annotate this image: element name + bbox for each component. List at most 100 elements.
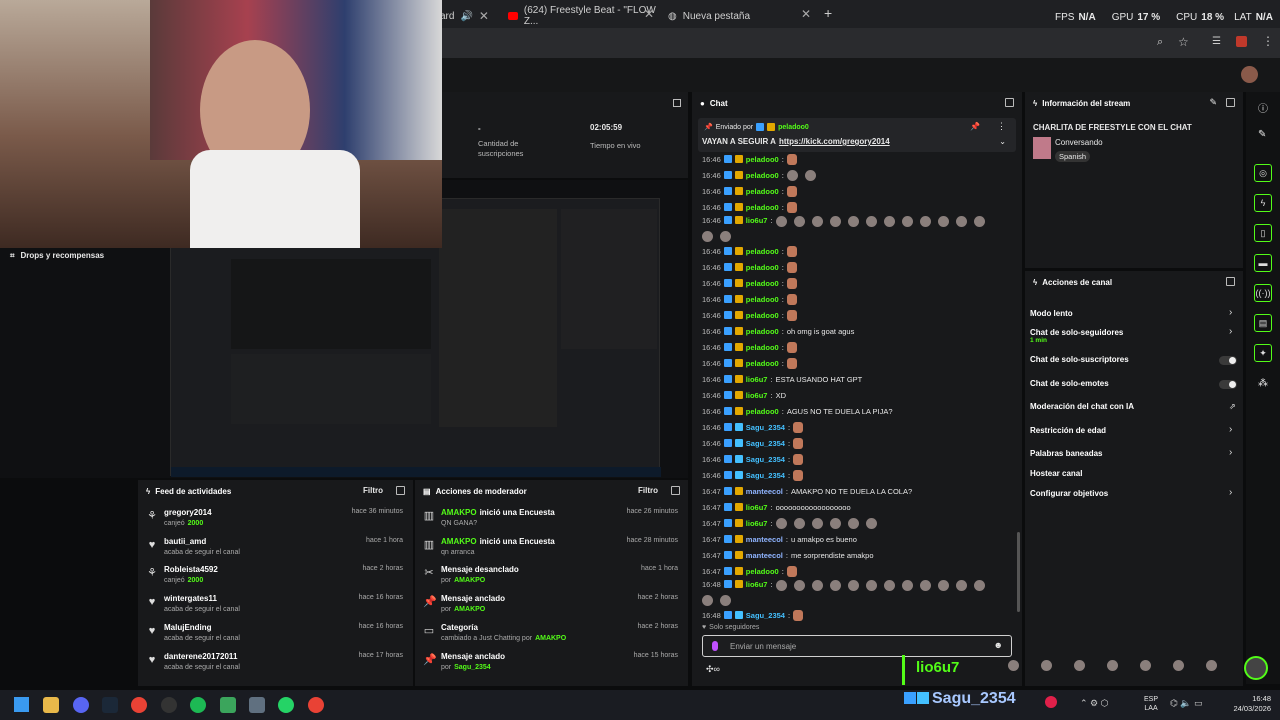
settings-icon[interactable]: [249, 697, 265, 713]
chat-message[interactable]: 16:46 peladoo0:: [702, 244, 797, 258]
tab-new[interactable]: ◍ Nueva pestaña: [668, 4, 750, 28]
list-item[interactable]: ▭ Categoría cambiado a Just Chatting por AM…: [415, 623, 688, 649]
chat-username[interactable]: Sagu_2354: [746, 471, 785, 480]
extension-icon[interactable]: [1236, 36, 1247, 47]
app-icon[interactable]: [161, 697, 177, 713]
chat-message[interactable]: 16:48 Sagu_2354:: [702, 608, 804, 622]
chat-username[interactable]: peladoo0: [746, 311, 779, 320]
chat-username[interactable]: lio6u7: [746, 391, 768, 400]
channel-action-item[interactable]: Modo lento: [1030, 309, 1073, 318]
zoom-icon[interactable]: ⌕: [1157, 36, 1163, 49]
chat-username[interactable]: Sagu_2354: [746, 611, 785, 620]
language-indicator[interactable]: ESP LAA: [1144, 695, 1158, 713]
popout-icon[interactable]: [1226, 98, 1235, 107]
feed-user[interactable]: danterene20172011: [164, 652, 237, 661]
chat-message[interactable]: 16:46 peladoo0:: [702, 356, 797, 370]
chat-message[interactable]: 16:47 manteecol: me sorprendiste amakpo: [702, 548, 874, 562]
menu-icon[interactable]: ⋮: [1262, 34, 1274, 48]
chat-input[interactable]: Enviar un mensaje ☻: [702, 635, 1012, 657]
chat-message[interactable]: 16:47 manteecol: AMAKPO NO TE DUELA LA COL…: [702, 484, 912, 498]
chat-username[interactable]: lio6u7: [746, 519, 768, 528]
chat-username[interactable]: peladoo0: [746, 327, 779, 336]
edit-icon[interactable]: ✎: [1209, 97, 1217, 108]
chat-username[interactable]: Sagu_2354: [746, 455, 785, 464]
chat-message[interactable]: 16:48 lio6u7:: [702, 580, 1002, 606]
feed-user[interactable]: wintergates11: [164, 594, 217, 603]
external-link-icon[interactable]: ⇗: [1229, 402, 1236, 411]
bolt-icon[interactable]: ϟ: [1254, 194, 1272, 212]
pinned-link[interactable]: https://kick.com/gregory2014: [779, 137, 890, 146]
chrome-icon[interactable]: [308, 697, 324, 713]
chevron-right-icon[interactable]: ›: [1229, 447, 1232, 458]
steam-icon[interactable]: [102, 697, 118, 713]
chat-username[interactable]: peladoo0: [746, 171, 779, 180]
chrome-icon[interactable]: [131, 697, 147, 713]
chat-username[interactable]: peladoo0: [746, 203, 779, 212]
chat-username[interactable]: manteecol: [746, 487, 783, 496]
chevron-right-icon[interactable]: ›: [1229, 307, 1232, 318]
chat-message[interactable]: 16:46 Sagu_2354:: [702, 420, 804, 434]
more-icon[interactable]: ⋮: [997, 121, 1006, 132]
file-explorer-icon[interactable]: [43, 697, 59, 713]
xbox-icon[interactable]: [220, 697, 236, 713]
list-item[interactable]: ✂ Mensaje desanclado por AMAKPO hace 1 hora: [415, 565, 688, 591]
chat-username[interactable]: lio6u7: [746, 375, 768, 384]
playlist-icon[interactable]: ☰: [1212, 36, 1221, 47]
chat-message[interactable]: 16:46 peladoo0:: [702, 276, 797, 290]
tab-youtube[interactable]: (624) Freestyle Beat - "FLOW Z...: [508, 4, 658, 28]
settings-icon[interactable]: ✣∞: [706, 664, 720, 675]
list-item[interactable]: ♥ danterene20172011 acaba de seguir el can…: [138, 652, 413, 678]
target-icon[interactable]: ◎: [1254, 164, 1272, 182]
close-icon[interactable]: ✕: [801, 7, 811, 21]
feed-user[interactable]: gregory2014: [164, 508, 212, 517]
popout-icon[interactable]: [673, 99, 681, 107]
chat-message[interactable]: 16:46 Sagu_2354:: [702, 452, 804, 466]
info-icon[interactable]: ⓘ: [1258, 100, 1268, 115]
chat-message[interactable]: 16:46 peladoo0: AGUS NO TE DUELA LA PIJA?: [702, 404, 893, 418]
share-icon[interactable]: ⁂: [1258, 378, 1268, 389]
chat-username[interactable]: manteecol: [746, 535, 783, 544]
channel-action-item[interactable]: Chat de solo-suscriptores: [1030, 355, 1129, 364]
chat-username[interactable]: Sagu_2354: [746, 423, 785, 432]
chat-username[interactable]: peladoo0: [746, 279, 779, 288]
chevron-down-icon[interactable]: ⌄: [999, 137, 1006, 146]
toggle-switch[interactable]: [1219, 356, 1237, 365]
chat-icon[interactable]: ▬: [1254, 254, 1272, 272]
popout-icon[interactable]: [671, 486, 680, 495]
channel-action-item[interactable]: Moderación del chat con IA: [1030, 402, 1134, 411]
chat-message[interactable]: 16:46 peladoo0:: [702, 184, 797, 198]
feed-user[interactable]: MalujEnding: [164, 623, 212, 632]
tab-dashboard[interactable]: ard 🔊 ✕: [440, 4, 489, 28]
chat-message[interactable]: 16:46 lio6u7: XD: [702, 388, 786, 402]
chat-message[interactable]: 16:46 lio6u7: ESTA USANDO HAT GPT: [702, 372, 862, 386]
clock[interactable]: 16:48 24/03/2026: [1231, 694, 1271, 714]
list-item[interactable]: 📌 Mensaje anclado por AMAKPO hace 2 horas: [415, 594, 688, 620]
list-item[interactable]: 📌 Mensaje anclado por Sagu_2354 hace 15 hora…: [415, 652, 688, 678]
drops-link[interactable]: ⌗ Drops y recompensas: [10, 251, 104, 261]
channel-action-item[interactable]: Chat de solo-emotes: [1030, 379, 1109, 388]
chat-message[interactable]: 16:46 peladoo0:: [702, 260, 797, 274]
chat-username[interactable]: lio6u7: [746, 216, 768, 225]
toggle-switch[interactable]: [1219, 380, 1237, 389]
feed-user[interactable]: Robleista4592: [164, 565, 218, 574]
chat-message[interactable]: 16:46 Sagu_2354:: [702, 468, 804, 482]
popout-icon[interactable]: [1005, 98, 1014, 107]
pin-icon[interactable]: 📌: [970, 122, 980, 131]
popout-icon[interactable]: [1226, 277, 1235, 286]
chat-username[interactable]: manteecol: [746, 551, 783, 560]
chat-username[interactable]: lio6u7: [746, 503, 768, 512]
chat-username[interactable]: peladoo0: [746, 343, 779, 352]
edit-icon[interactable]: ✎: [1258, 129, 1266, 140]
discord-icon[interactable]: [73, 697, 89, 713]
chat-username[interactable]: peladoo0: [746, 359, 779, 368]
chat-username[interactable]: peladoo0: [746, 407, 779, 416]
list-item[interactable]: ⚘ Robleista4592 canjeó 2000 hace 2 horas: [138, 565, 413, 591]
tray-icons[interactable]: ⌃ ⚙ ⬡: [1080, 698, 1108, 709]
bookmark-star-icon[interactable]: ☆: [1178, 35, 1189, 49]
chevron-right-icon[interactable]: ›: [1229, 424, 1232, 435]
chat-message[interactable]: 16:46 peladoo0:: [702, 340, 797, 354]
list-item[interactable]: ▥ AMAKPO inició una Encuesta QN GANA? hace 2…: [415, 508, 688, 534]
broadcast-icon[interactable]: ((·)): [1254, 284, 1272, 302]
feed-user[interactable]: bautii_amd: [164, 537, 206, 546]
channel-action-item[interactable]: Configurar objetivos: [1030, 489, 1108, 498]
